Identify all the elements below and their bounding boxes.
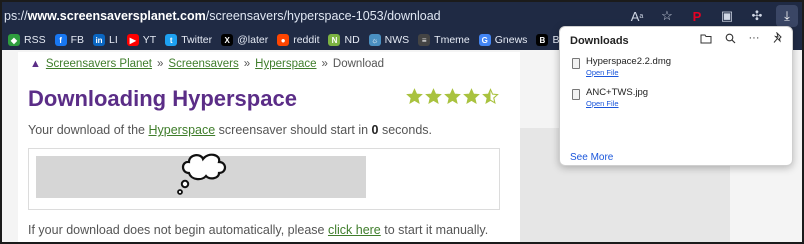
star-half-icon	[482, 88, 499, 104]
star-full-icon	[406, 88, 423, 104]
bookmark-gnews[interactable]: G Gnews	[478, 34, 528, 46]
downloads-title: Downloads	[570, 35, 629, 47]
folder-icon[interactable]	[700, 31, 712, 45]
bookmark-label: YT	[142, 34, 157, 46]
star-full-icon	[463, 88, 480, 104]
breadcrumb-link-hyperspace[interactable]: Hyperspace	[255, 58, 316, 70]
see-more-link[interactable]: See More	[570, 152, 613, 163]
download-file-name: Hyperspace2.2.dmg	[586, 56, 672, 67]
rss-icon: ◆	[8, 34, 20, 46]
favorite-star-icon[interactable]: ☆	[656, 5, 678, 27]
bookmark-label: ND	[344, 34, 360, 46]
url-text[interactable]: ps://www.screensaversplanet.com/screensa…	[2, 9, 441, 23]
bookmark-label: Gnews	[494, 34, 528, 46]
bookmark-label: FB	[70, 34, 85, 46]
click-here-link[interactable]: click here	[328, 223, 381, 237]
manual-download-message: If your download does not begin automati…	[28, 223, 489, 237]
nd-icon: N	[328, 34, 341, 46]
twitter-icon: t	[165, 34, 178, 46]
breadcrumb-link-screensavers[interactable]: Screensavers	[168, 58, 238, 70]
downloads-panel: Downloads ··· Hyperspace2.2.dmg Open Fil…	[559, 26, 793, 166]
bookmark-nd[interactable]: N ND	[328, 34, 360, 46]
extensions-icon[interactable]: ✣	[746, 5, 768, 27]
pin-icon[interactable]	[772, 31, 784, 45]
bookmark-nws[interactable]: ☼ NWS	[368, 34, 410, 46]
breadcrumb-link-screensavers-planet[interactable]: Screensavers Planet	[46, 58, 152, 70]
x-icon: X	[221, 34, 234, 46]
screenshot-extension-icon[interactable]: ▣	[716, 5, 738, 27]
read-aloud-icon[interactable]: Aa	[626, 5, 648, 27]
bookmark-li[interactable]: in LI	[93, 34, 118, 46]
bookmark-label: Twitter	[181, 34, 213, 46]
thought-bubble-icon	[177, 153, 227, 195]
youtube-icon: ▶	[126, 34, 139, 46]
browser-window: ps://www.screensaversplanet.com/screensa…	[0, 0, 804, 244]
bookmark-reddit[interactable]: ● reddit	[277, 34, 319, 46]
download-box	[28, 148, 500, 210]
file-icon	[572, 58, 580, 69]
nws-icon: ☼	[368, 34, 381, 46]
download-file-name: ANC+TWS.jpg	[586, 87, 649, 98]
facebook-icon: f	[54, 34, 67, 46]
breadcrumb: ▲ Screensavers Planet » Screensavers » H…	[30, 58, 384, 70]
bbc-icon: B	[536, 34, 549, 46]
rating-stars[interactable]	[406, 88, 499, 105]
bookmark-fb[interactable]: f FB	[54, 34, 85, 46]
breadcrumb-separator: »	[157, 58, 164, 70]
home-icon[interactable]: ▲	[30, 58, 41, 70]
breadcrumb-current: Download	[332, 58, 385, 70]
reddit-icon: ●	[277, 34, 290, 46]
linkedin-icon: in	[93, 34, 106, 46]
bookmark-label: reddit	[293, 34, 320, 46]
bookmark-label: @later	[237, 34, 269, 46]
file-icon	[572, 89, 580, 100]
page-title: Downloading Hyperspace	[28, 86, 297, 111]
pinterest-icon[interactable]: P	[686, 5, 708, 27]
bookmark-label: LI	[109, 34, 118, 46]
tmeme-icon: ≡	[418, 34, 431, 46]
search-icon[interactable]	[724, 31, 736, 45]
bookmark-label: NWS	[384, 34, 410, 46]
bookmark-later[interactable]: X @later	[221, 34, 268, 46]
more-options-icon[interactable]: ···	[748, 31, 760, 45]
address-bar-icons: Aa ☆ P ▣ ✣ ⤓	[626, 5, 798, 27]
download-message: Your download of the Hyperspace screensa…	[28, 123, 433, 137]
open-file-link[interactable]: Open File	[586, 99, 619, 108]
bookmark-label: RSS	[24, 34, 46, 46]
downloads-icon[interactable]: ⤓	[776, 5, 798, 27]
bookmark-tmeme[interactable]: ≡ Tmeme	[418, 34, 470, 46]
bookmark-twitter[interactable]: t Twitter	[165, 34, 212, 46]
bookmark-rss[interactable]: ◆ RSS	[8, 34, 46, 46]
open-file-link[interactable]: Open File	[586, 68, 619, 77]
main-content: ▲ Screensavers Planet » Screensavers » H…	[18, 52, 520, 242]
star-full-icon	[425, 88, 442, 104]
bookmark-yt[interactable]: ▶ YT	[126, 34, 157, 46]
countdown-value: 0	[371, 123, 379, 137]
gnews-icon: G	[478, 34, 491, 46]
downloads-toolbar: ···	[700, 31, 784, 45]
breadcrumb-separator: »	[243, 58, 251, 70]
hyperspace-link[interactable]: Hyperspace	[148, 123, 215, 137]
bookmark-label: Tmeme	[434, 34, 470, 46]
breadcrumb-separator: »	[321, 58, 328, 70]
download-item[interactable]: ANC+TWS.jpg Open File	[568, 87, 778, 111]
star-full-icon	[444, 88, 461, 104]
download-item[interactable]: Hyperspace2.2.dmg Open File	[568, 56, 778, 80]
